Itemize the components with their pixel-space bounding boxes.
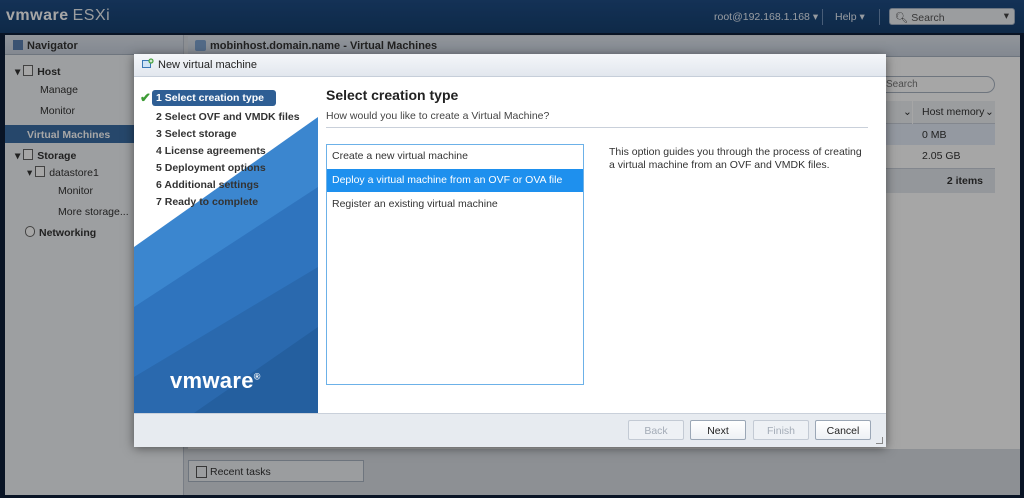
page-title: Select creation type	[326, 87, 459, 103]
step-6-additional-settings[interactable]: 6 Additional settings	[156, 179, 259, 191]
step-2-select-ovf-vmdk[interactable]: 2 Select OVF and VMDK files	[156, 111, 300, 123]
step-3-select-storage[interactable]: 3 Select storage	[156, 128, 237, 140]
wizard-content: Select creation type How would you like …	[326, 77, 878, 413]
option-description: This option guides you through the proce…	[609, 146, 862, 171]
wizard-steps-pane: ✔ 1 Select creation type 2 Select OVF an…	[134, 77, 318, 413]
dialog-footer: Back Next Finish Cancel	[134, 413, 886, 447]
resize-grip[interactable]	[876, 437, 883, 444]
step-7-ready-to-complete[interactable]: 7 Ready to complete	[156, 196, 258, 208]
step-5-deployment-options[interactable]: 5 Deployment options	[156, 162, 266, 174]
vmware-logo: vmware®	[170, 368, 261, 393]
creation-type-list: Create a new virtual machine Deploy a vi…	[326, 144, 584, 385]
next-button[interactable]: Next	[690, 420, 746, 440]
back-button[interactable]: Back	[628, 420, 684, 440]
option-register-existing-vm[interactable]: Register an existing virtual machine	[327, 193, 583, 216]
step-1-select-creation-type[interactable]: 1 Select creation type	[152, 90, 276, 106]
finish-button[interactable]: Finish	[753, 420, 809, 440]
dialog-title-bar: New virtual machine	[134, 54, 886, 77]
option-create-new-vm[interactable]: Create a new virtual machine	[327, 145, 583, 168]
divider	[326, 127, 868, 128]
cancel-button[interactable]: Cancel	[815, 420, 871, 440]
option-deploy-from-ovf[interactable]: Deploy a virtual machine from an OVF or …	[327, 169, 583, 192]
page-subtitle: How would you like to create a Virtual M…	[326, 110, 550, 122]
dialog-title: New virtual machine	[158, 59, 258, 71]
check-icon: ✔	[140, 90, 151, 105]
new-vm-icon	[142, 58, 154, 68]
step-4-license-agreements[interactable]: 4 License agreements	[156, 145, 266, 157]
new-vm-dialog: New virtual machine ✔ 1 Select creation …	[134, 54, 886, 447]
